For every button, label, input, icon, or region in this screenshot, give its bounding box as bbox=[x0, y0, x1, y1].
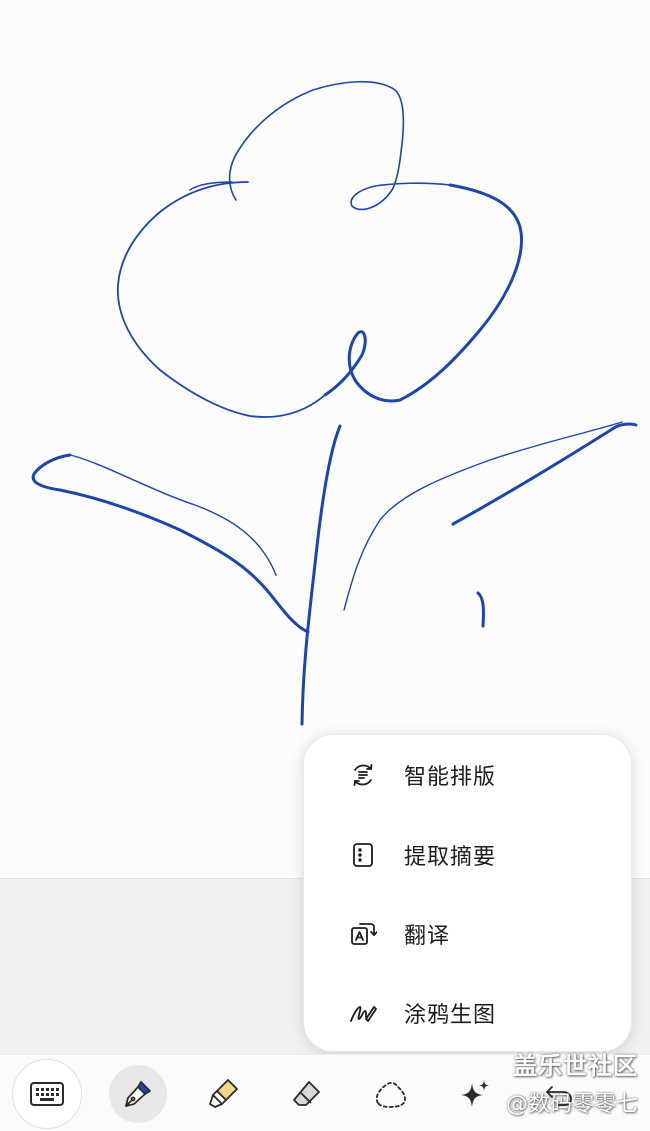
keyboard-button[interactable] bbox=[12, 1059, 82, 1129]
stroke-top-petal bbox=[228, 80, 451, 211]
pen-icon bbox=[121, 1077, 155, 1111]
pen-tool-button[interactable] bbox=[109, 1065, 167, 1123]
menu-item-translate[interactable]: 翻译 bbox=[304, 898, 631, 970]
watermark-line2: @数码零零七 bbox=[505, 1092, 638, 1117]
menu-item-extract-summary[interactable]: 提取摘要 bbox=[304, 819, 631, 891]
stroke-stem bbox=[300, 424, 342, 726]
eraser-tool-button[interactable] bbox=[278, 1065, 336, 1123]
menu-item-doodle-to-image[interactable]: 涂鸦生图 bbox=[304, 977, 631, 1049]
extract-summary-icon bbox=[348, 840, 378, 870]
watermark: 盖乐世社区 @数码零零七 bbox=[494, 1046, 650, 1126]
doodle-to-image-icon bbox=[348, 998, 378, 1028]
stroke-right-leaf-lower bbox=[451, 422, 638, 526]
menu-item-label: 提取摘要 bbox=[404, 845, 497, 870]
keyboard-icon bbox=[29, 1081, 65, 1107]
lasso-tool-button[interactable] bbox=[362, 1065, 420, 1123]
menu-item-label: 智能排版 bbox=[404, 765, 497, 790]
watermark-line1: 盖乐世社区 bbox=[513, 1052, 638, 1080]
stroke-small-hook bbox=[476, 591, 485, 628]
stroke-left-petal bbox=[116, 181, 326, 418]
eraser-icon bbox=[290, 1077, 324, 1111]
highlighter-icon bbox=[207, 1077, 241, 1111]
notes-app-screen: 智能排版 提取摘要 翻译 涂鸦生图 盖乐世社区 @数码零零七 bbox=[0, 0, 650, 1131]
translate-icon bbox=[348, 919, 378, 949]
smart-layout-icon bbox=[348, 760, 378, 790]
ai-sparkle-icon bbox=[458, 1077, 492, 1111]
ai-assist-menu: 智能排版 提取摘要 翻译 涂鸦生图 bbox=[303, 734, 632, 1052]
stroke-left-leaf-upper bbox=[69, 454, 277, 576]
menu-item-label: 涂鸦生图 bbox=[404, 1003, 497, 1028]
lasso-icon bbox=[372, 1077, 410, 1111]
highlighter-tool-button[interactable] bbox=[195, 1065, 253, 1123]
menu-item-smart-layout[interactable]: 智能排版 bbox=[304, 739, 631, 811]
stroke-left-leaf-lower bbox=[31, 453, 310, 634]
menu-item-label: 翻译 bbox=[404, 924, 451, 949]
stroke-right-petal bbox=[323, 183, 524, 403]
